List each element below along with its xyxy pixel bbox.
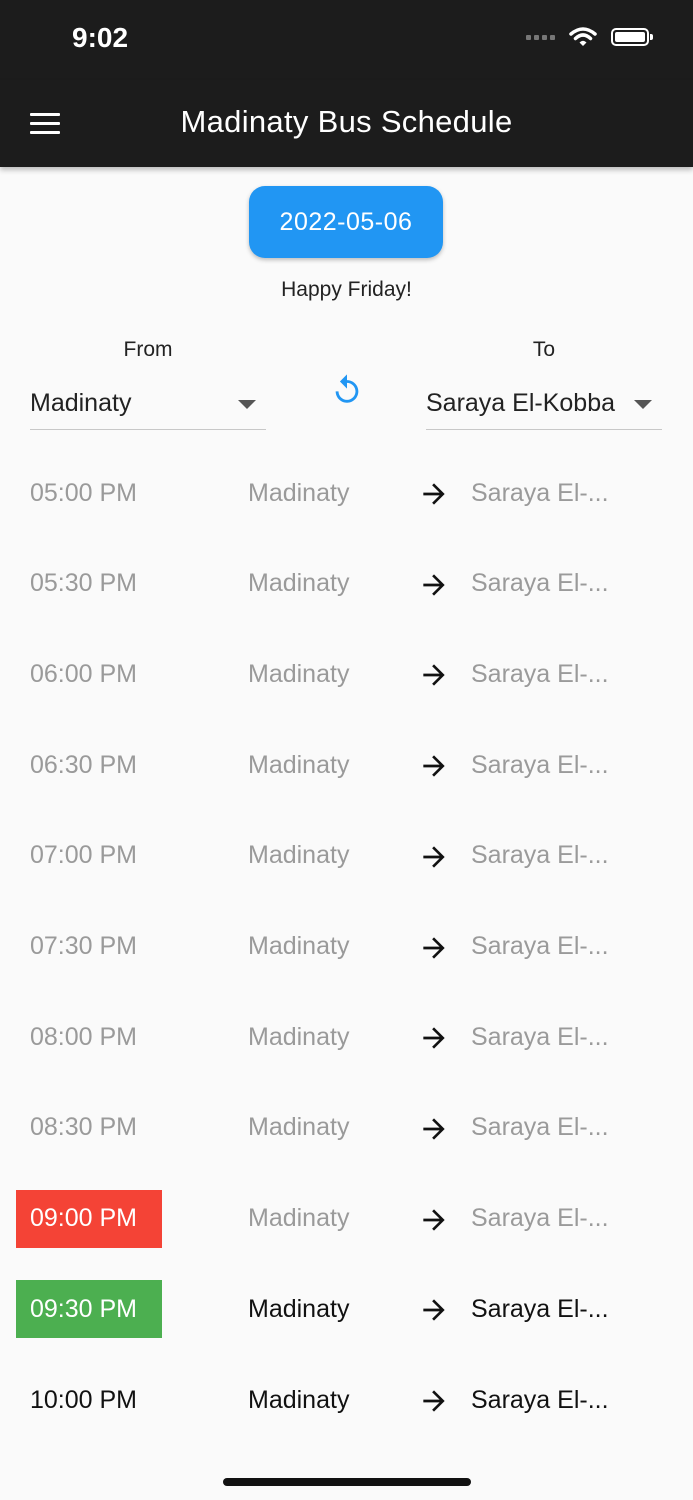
to-value: Saraya El-Kobba	[426, 389, 616, 417]
arrow-right-icon	[418, 659, 450, 691]
destination-stop: Saraya El-...	[471, 659, 609, 688]
schedule-row[interactable]: 05:30 PM Madinaty Saraya El-...	[0, 555, 693, 613]
date-picker-button[interactable]: 2022-05-06	[249, 186, 443, 258]
wifi-icon	[569, 27, 597, 46]
destination-stop: Saraya El-...	[471, 478, 609, 507]
destination-stop: Saraya El-...	[471, 1385, 609, 1414]
arrow-right-icon	[418, 1113, 450, 1145]
arrow-right-icon	[418, 1385, 450, 1417]
to-label: To	[532, 338, 556, 361]
arrow-right-icon	[418, 569, 450, 601]
departure-time: 09:00 PM	[16, 1189, 162, 1248]
departure-time: 08:30 PM	[30, 1113, 138, 1142]
destination-stop: Saraya El-...	[471, 750, 609, 779]
greeting-text: Happy Friday!	[281, 278, 412, 301]
origin-stop: Madinaty	[248, 1385, 350, 1414]
to-dropdown[interactable]: Saraya El-Kobba	[426, 380, 662, 430]
destination-stop: Saraya El-...	[471, 1022, 609, 1051]
schedule-row[interactable]: 08:00 PM Madinaty Saraya El-...	[0, 1008, 693, 1066]
schedule-row[interactable]: 06:00 PM Madinaty Saraya El-...	[0, 645, 693, 703]
home-indicator	[223, 1478, 471, 1486]
departure-time: 07:30 PM	[30, 932, 138, 960]
schedule-row[interactable]: 10:00 PM Madinaty Saraya El-...	[0, 1371, 693, 1429]
origin-stop: Madinaty	[248, 932, 350, 960]
arrow-right-icon	[418, 1022, 450, 1054]
schedule-row[interactable]: 06:30 PM Madinaty Saraya El-...	[0, 736, 693, 794]
departure-time: 10:00 PM	[30, 1385, 138, 1414]
departure-time: 07:00 PM	[30, 841, 138, 870]
origin-stop: Madinaty	[248, 841, 350, 870]
destination-stop: Saraya El-...	[471, 1204, 609, 1233]
status-icons	[526, 26, 653, 48]
departure-time: 06:00 PM	[30, 659, 138, 688]
destination-stop: Saraya El-...	[471, 1294, 609, 1323]
schedule-row[interactable]: 07:00 PM Madinaty Saraya El-...	[0, 827, 693, 885]
arrow-right-icon	[418, 932, 450, 964]
destination-stop: Saraya El-...	[471, 932, 609, 960]
signal-icon	[526, 34, 555, 40]
arrow-right-icon	[418, 1204, 450, 1236]
destination-stop: Saraya El-...	[471, 569, 609, 598]
status-bar: 9:02	[0, 0, 693, 80]
origin-stop: Madinaty	[248, 569, 350, 598]
from-label: From	[123, 338, 173, 361]
from-dropdown[interactable]: Madinaty	[30, 380, 266, 430]
origin-stop: Madinaty	[248, 659, 350, 688]
departure-time: 09:30 PM	[16, 1280, 162, 1339]
destination-stop: Saraya El-...	[471, 841, 609, 870]
origin-stop: Madinaty	[248, 750, 350, 779]
arrow-right-icon	[418, 478, 450, 510]
dropdown-caret-icon	[238, 400, 256, 409]
departure-time: 05:00 PM	[30, 478, 138, 507]
app-bar: Madinaty Bus Schedule	[0, 80, 693, 167]
origin-stop: Madinaty	[248, 1294, 350, 1323]
schedule-row[interactable]: 08:30 PM Madinaty Saraya El-...	[0, 1099, 693, 1157]
departure-time: 05:30 PM	[30, 569, 138, 598]
departure-time: 08:00 PM	[30, 1022, 138, 1051]
destination-stop: Saraya El-...	[471, 1113, 609, 1142]
schedule-row[interactable]: 09:00 PM Madinaty Saraya El-...	[0, 1189, 693, 1248]
origin-stop: Madinaty	[248, 1022, 350, 1051]
arrow-right-icon	[418, 841, 450, 873]
departure-time: 06:30 PM	[30, 750, 138, 779]
from-value: Madinaty	[30, 389, 132, 417]
arrow-right-icon	[418, 1294, 450, 1326]
app-title: Madinaty Bus Schedule	[180, 104, 513, 139]
origin-stop: Madinaty	[248, 1113, 350, 1142]
origin-stop: Madinaty	[248, 1204, 350, 1233]
status-time: 9:02	[72, 22, 129, 53]
schedule-row[interactable]: 09:30 PM Madinaty Saraya El-...	[0, 1280, 693, 1339]
arrow-right-icon	[418, 750, 450, 782]
origin-stop: Madinaty	[248, 478, 350, 507]
refresh-icon[interactable]	[330, 373, 364, 407]
schedule-row[interactable]: 05:00 PM Madinaty Saraya El-...	[0, 464, 693, 522]
battery-icon	[611, 28, 653, 46]
schedule-row[interactable]: 07:30 PM Madinaty Saraya El-...	[0, 918, 693, 976]
dropdown-caret-icon	[634, 400, 652, 409]
